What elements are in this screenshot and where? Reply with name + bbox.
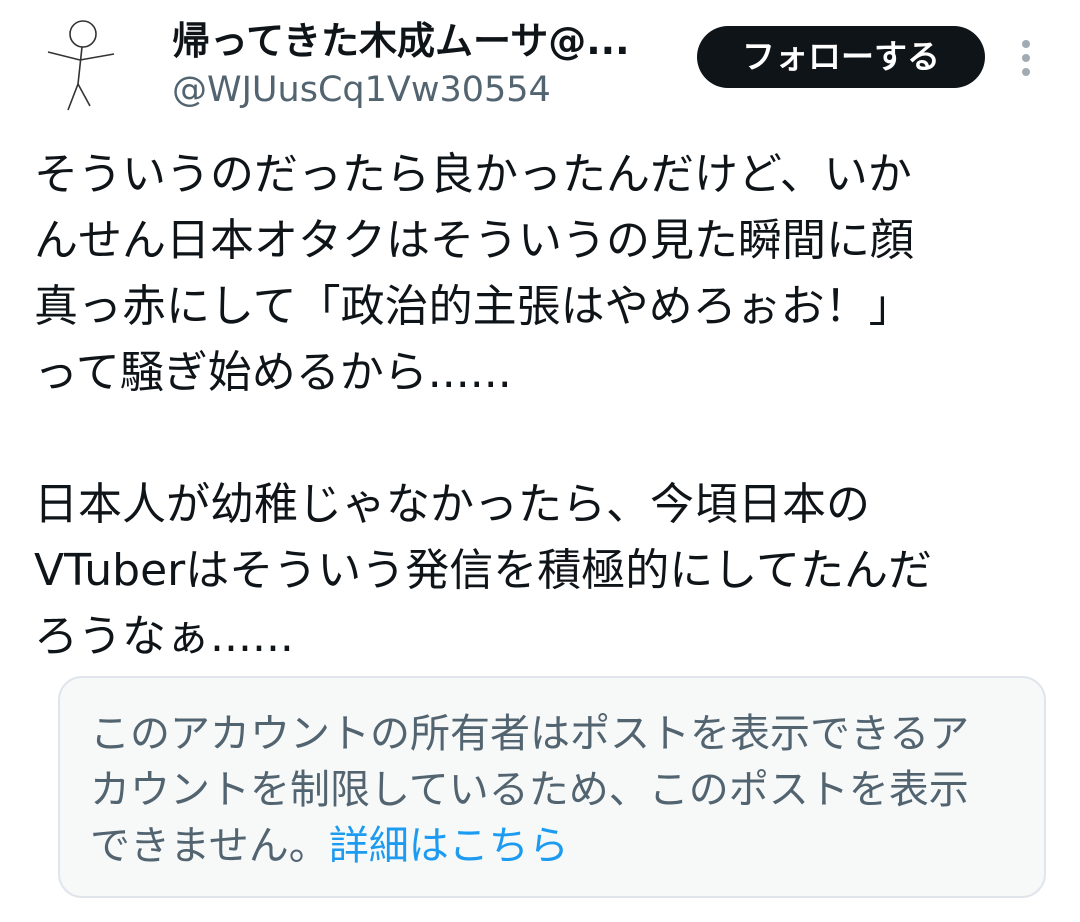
post-header: 帰ってきた木成ムーサ@... @WJUusCq1Vw30554 フォローする: [0, 0, 1080, 130]
follow-button[interactable]: フォローする: [697, 26, 985, 88]
post-line: VTuberはそういう発信を積極的にしてたんだ: [34, 545, 932, 596]
restricted-post-notice: このアカウントの所有者はポストを表示できるア カウントを制限しているため、このポ…: [58, 676, 1046, 898]
post-line: ろうなぁ......: [34, 611, 294, 662]
post-line: んせん日本オタクはそういうの見た瞬間に顔: [34, 215, 914, 266]
more-vertical-icon[interactable]: [1011, 38, 1041, 78]
notice-line-last: できません。詳細はこちら: [90, 818, 1035, 874]
notice-line-text: できません。: [90, 823, 329, 869]
post-text: そういうのだったら良かったんだけど、いか んせん日本オタクはそういうの見た瞬間に…: [34, 142, 1049, 670]
post-line: って騒ぎ始めるから......: [34, 347, 512, 398]
notice-line: カウントを制限しているため、このポストを表示: [90, 767, 969, 813]
notice-text: このアカウントの所有者はポストを表示できるア カウントを制限しているため、このポ…: [90, 706, 1035, 874]
post-line: 真っ赤にして「政治的主張はやめろぉお！」: [34, 281, 913, 332]
notice-line: このアカウントの所有者はポストを表示できるア: [90, 711, 970, 757]
display-name[interactable]: 帰ってきた木成ムーサ@...: [172, 16, 672, 66]
post-line: 日本人が幼稚じゃなかったら、今頃日本の: [34, 479, 870, 530]
user-handle[interactable]: @WJUusCq1Vw30554: [172, 66, 551, 114]
post-line: そういうのだったら良かったんだけど、いか: [34, 149, 912, 200]
stick-figure-avatar-icon: [47, 20, 115, 111]
avatar[interactable]: [40, 14, 122, 114]
learn-more-link[interactable]: 詳細はこちら: [329, 823, 569, 869]
